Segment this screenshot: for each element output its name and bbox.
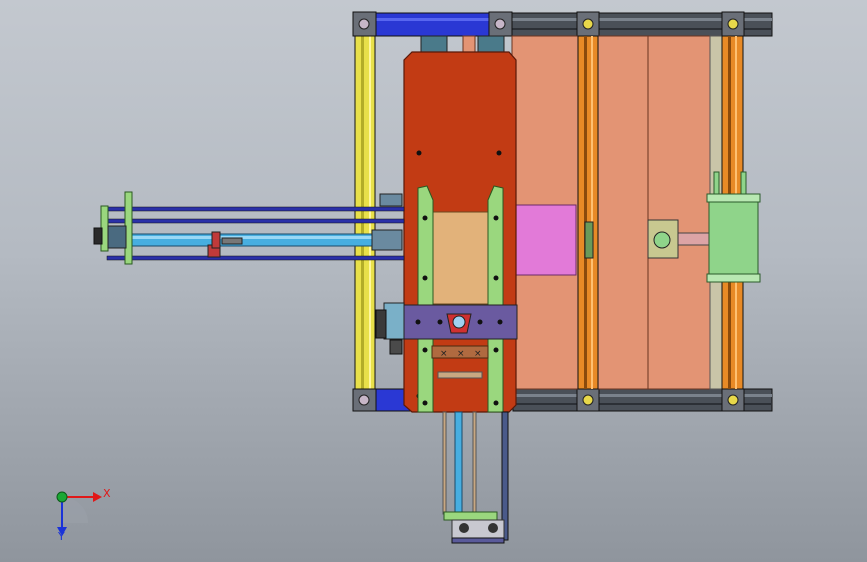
guide-rod (106, 206, 405, 212)
guide-rod (106, 218, 405, 224)
panel-salmon-mid (597, 35, 649, 390)
cad-viewport[interactable]: × × × X Y (0, 0, 867, 562)
bolt (496, 150, 502, 156)
panel-salmon-right (647, 35, 711, 390)
carriage-assembly: × × × (375, 35, 518, 413)
guide-rod (106, 255, 405, 261)
svg-text:×: × (440, 349, 448, 359)
bottom-rod-assembly (442, 411, 509, 544)
z-axis-dot (56, 491, 68, 503)
lower-rod (442, 411, 447, 515)
lower-rod (472, 411, 477, 515)
lower-rod (454, 411, 463, 515)
bottom-bracket (443, 511, 498, 521)
valve-block (383, 302, 405, 340)
x-axis-label: X (103, 487, 111, 500)
svg-text:×: × (457, 349, 465, 359)
frame-left-yellow (354, 35, 376, 390)
x-axis-arrow (93, 492, 102, 502)
cylinder-body-right (708, 197, 759, 279)
magenta-block (512, 204, 577, 276)
work-pad (429, 211, 490, 305)
actuator-rod (126, 233, 395, 247)
y-axis-label: Y (58, 530, 65, 543)
rail-orange-left (577, 35, 599, 390)
svg-text:×: × (474, 349, 482, 359)
assembly-model[interactable]: × × × (0, 0, 867, 562)
bolt (416, 150, 422, 156)
